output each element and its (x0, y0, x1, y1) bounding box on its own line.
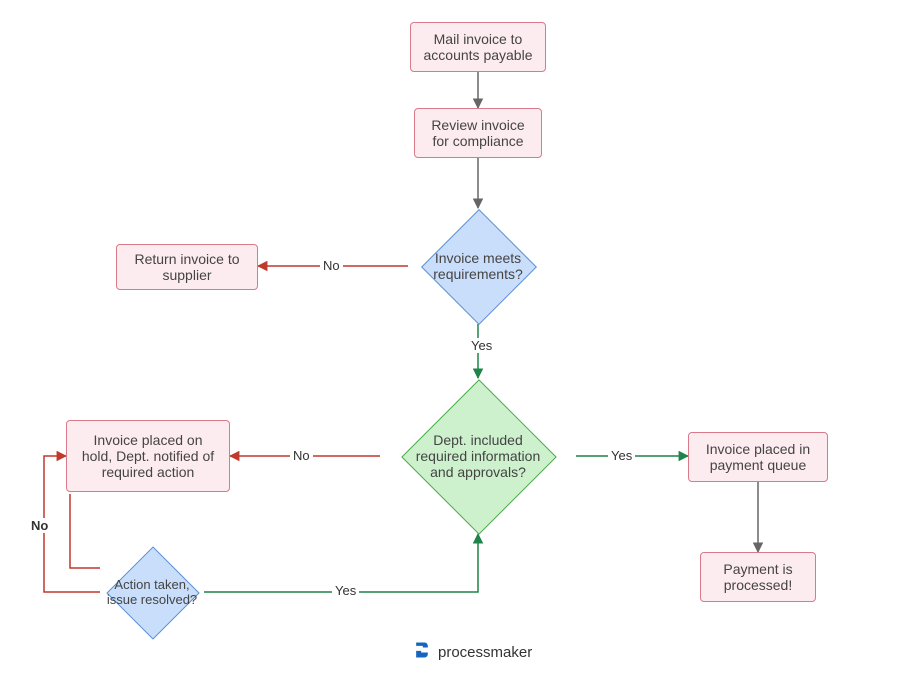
edge-label-no: No (290, 448, 313, 463)
node-label: Return invoice to supplier (129, 251, 245, 283)
edge-label-yes: Yes (332, 583, 359, 598)
edge-label-no: No (28, 518, 51, 533)
node-label: Invoice placed on hold, Dept. notified o… (79, 432, 217, 480)
node-return-supplier: Return invoice to supplier (116, 244, 258, 290)
node-payment-processed: Payment is processed! (700, 552, 816, 602)
processmaker-icon (412, 640, 432, 664)
edge-label-yes: Yes (608, 448, 635, 463)
edge-label-no: No (320, 258, 343, 273)
node-label: Payment is processed! (713, 561, 803, 593)
node-label: Action taken, issue resolved? (106, 577, 198, 607)
decision-meets-requirements: Invoice meets requirements? (408, 208, 548, 324)
node-label: Dept. included required information and … (406, 432, 550, 480)
processmaker-logo: processmaker (412, 640, 532, 664)
node-label: Invoice meets requirements? (414, 250, 542, 282)
node-review-invoice: Review invoice for compliance (414, 108, 542, 158)
node-label: Review invoice for compliance (427, 117, 529, 149)
decision-action-resolved: Action taken, issue resolved? (100, 544, 204, 640)
node-mail-invoice: Mail invoice to accounts payable (410, 22, 546, 72)
logo-text: processmaker (438, 644, 532, 661)
decision-dept-approvals: Dept. included required information and … (380, 378, 576, 534)
node-invoice-hold: Invoice placed on hold, Dept. notified o… (66, 420, 230, 492)
edge-label-yes: Yes (468, 338, 495, 353)
node-payment-queue: Invoice placed in payment queue (688, 432, 828, 482)
node-label: Invoice placed in payment queue (701, 441, 815, 473)
node-label: Mail invoice to accounts payable (423, 31, 533, 63)
